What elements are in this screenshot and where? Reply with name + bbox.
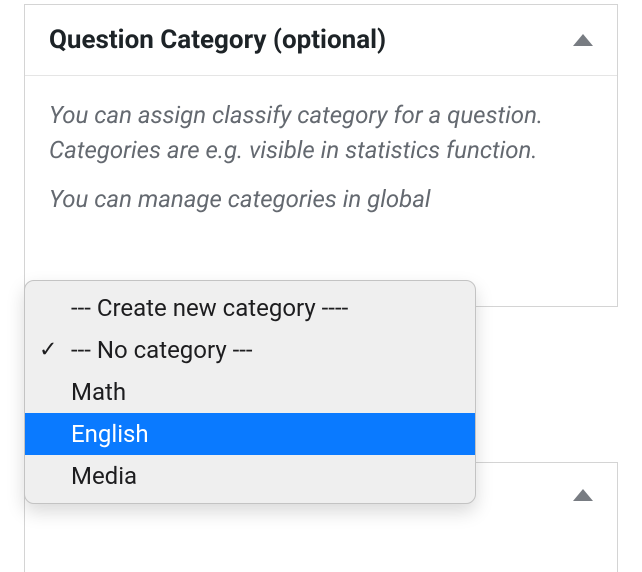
option-label: English bbox=[71, 420, 149, 448]
panel-body: You can assign classify category for a q… bbox=[25, 76, 617, 306]
option-label: Media bbox=[71, 462, 137, 490]
option-create-new[interactable]: --- Create new category ---- bbox=[25, 281, 475, 329]
option-label: Math bbox=[71, 378, 126, 406]
help-text-2: You can manage categories in global bbox=[49, 182, 593, 217]
panel-title: Question Category (optional) bbox=[49, 25, 386, 55]
category-dropdown[interactable]: --- Create new category ---- ✓ --- No ca… bbox=[24, 280, 476, 504]
option-no-category[interactable]: ✓ --- No category --- bbox=[25, 329, 475, 371]
question-category-panel: Question Category (optional) You can ass… bbox=[24, 4, 618, 307]
check-icon: ✓ bbox=[39, 338, 57, 363]
option-english[interactable]: English bbox=[25, 413, 475, 455]
option-media[interactable]: Media bbox=[25, 455, 475, 503]
collapse-icon-wrap[interactable] bbox=[573, 489, 593, 501]
collapse-icon bbox=[573, 489, 593, 501]
collapse-icon bbox=[573, 34, 593, 46]
help-text-1: You can assign classify category for a q… bbox=[49, 98, 593, 168]
option-label: --- Create new category ---- bbox=[71, 294, 348, 322]
option-label: --- No category --- bbox=[71, 336, 253, 364]
option-math[interactable]: Math bbox=[25, 371, 475, 413]
panel-header[interactable]: Question Category (optional) bbox=[25, 5, 617, 76]
